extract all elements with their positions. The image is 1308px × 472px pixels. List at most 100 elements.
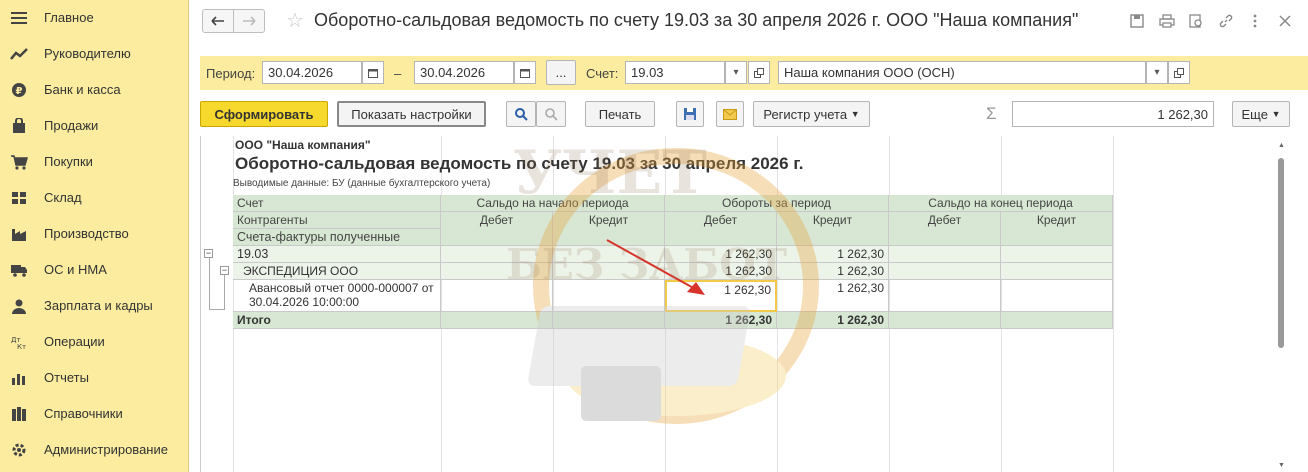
scroll-up-icon[interactable]: ▲ <box>1278 142 1285 149</box>
calendar-icon[interactable] <box>362 61 384 84</box>
back-button[interactable] <box>202 9 234 33</box>
period-to-input[interactable]: 30.04.2026 <box>414 61 514 84</box>
sidebar-item-production[interactable]: Производство <box>0 216 189 252</box>
svg-text:₽: ₽ <box>16 86 23 97</box>
table-row: Авансовый отчет 0000-000007 от 30.04.202… <box>233 280 441 312</box>
sidebar-item-label: Руководителю <box>44 46 131 61</box>
more-button[interactable]: Еще ▼ <box>1232 101 1290 127</box>
scroll-down-icon[interactable]: ▼ <box>1278 462 1285 469</box>
search-cancel-button[interactable] <box>536 101 566 127</box>
svg-text:Кт: Кт <box>17 343 26 350</box>
search-button[interactable] <box>506 101 536 127</box>
sidebar-item-catalogs[interactable]: Справочники <box>0 396 189 432</box>
report-title: Оборотно-сальдовая ведомость по счету 19… <box>235 154 804 173</box>
sidebar-item-label: Администрирование <box>44 442 168 457</box>
header-invoices: Счета-фактуры полученные <box>233 229 441 246</box>
total-row: Итого <box>233 312 441 329</box>
sidebar-item-label: Главное <box>44 10 94 25</box>
sidebar-item-label: Производство <box>44 226 129 241</box>
sidebar-item-warehouse[interactable]: Склад <box>0 180 189 216</box>
sidebar-item-main[interactable]: Главное <box>0 0 189 36</box>
sidebar-item-bank[interactable]: ₽ Банк и касса <box>0 72 189 108</box>
sidebar-item-salary[interactable]: Зарплата и кадры <box>0 288 189 324</box>
cart-icon <box>10 153 28 171</box>
sidebar-item-admin[interactable]: Администрирование <box>0 432 189 468</box>
header-counterparties: Контрагенты <box>233 212 441 229</box>
gear-icon <box>10 441 28 459</box>
print-icon[interactable] <box>1158 12 1176 30</box>
menu-icon <box>10 9 28 27</box>
preview-icon[interactable] <box>1187 12 1205 30</box>
sidebar-item-reports[interactable]: Отчеты <box>0 360 189 396</box>
generate-button[interactable]: Сформировать <box>200 101 328 127</box>
sidebar-item-label: Зарплата и кадры <box>44 298 153 313</box>
period-label: Период: <box>206 66 256 81</box>
cell-empty <box>441 263 553 280</box>
sidebar: Главное Руководителю ₽ Банк и касса Прод… <box>0 0 189 472</box>
sidebar-item-label: Склад <box>44 190 82 205</box>
cell-empty <box>1001 246 1113 263</box>
header-turnover-credit: Кредит <box>777 212 889 246</box>
show-settings-button[interactable]: Показать настройки <box>337 101 486 127</box>
person-icon <box>10 297 28 315</box>
sum-field[interactable]: 1 262,30 <box>1012 101 1214 127</box>
cell-empty <box>553 246 665 263</box>
cell-empty <box>553 280 665 312</box>
cell-turnover-debit: 1 262,30 <box>665 246 777 263</box>
warehouse-icon <box>10 189 28 207</box>
save-button[interactable] <box>676 101 704 127</box>
sidebar-item-operations[interactable]: Дт Кт Операции <box>0 324 189 360</box>
collapse-toggle-icon[interactable]: − <box>204 249 213 258</box>
link-icon[interactable] <box>1217 12 1235 30</box>
sidebar-item-sales[interactable]: Продажи <box>0 108 189 144</box>
open-icon[interactable] <box>1168 61 1190 84</box>
print-button[interactable]: Печать <box>585 101 655 127</box>
more-vertical-icon[interactable] <box>1246 12 1264 30</box>
forward-button[interactable] <box>233 9 265 33</box>
scrollbar-thumb[interactable] <box>1278 158 1284 348</box>
sidebar-item-manager[interactable]: Руководителю <box>0 36 189 72</box>
report-data-shown: Выводимые данные: БУ (данные бухгалтерск… <box>233 178 491 189</box>
calendar-icon[interactable] <box>514 61 536 84</box>
cell-empty <box>1001 280 1113 312</box>
total-turnover-credit: 1 262,30 <box>777 312 889 329</box>
cell-turnover-debit: 1 262,30 <box>665 263 777 280</box>
cell-empty <box>1001 312 1113 329</box>
header-turnover-debit: Дебет <box>665 212 777 246</box>
period-select-button[interactable]: ... <box>546 60 576 85</box>
email-button[interactable] <box>716 101 744 127</box>
save-icon[interactable] <box>1128 12 1146 30</box>
account-input[interactable]: 19.03 <box>625 61 725 84</box>
search-icon <box>515 108 528 121</box>
cell-empty <box>889 280 1001 312</box>
cell-empty <box>441 246 553 263</box>
header-turnover: Обороты за период <box>665 195 889 212</box>
collapse-toggle-icon[interactable]: − <box>220 266 229 275</box>
search-clear-icon <box>545 108 558 121</box>
sidebar-item-label: Банк и касса <box>44 82 121 97</box>
sidebar-item-assets[interactable]: ОС и НМА <box>0 252 189 288</box>
row-doc-line1: Авансовый отчет 0000-000007 от <box>249 281 434 295</box>
sum-icon: Σ <box>986 104 997 123</box>
dropdown-icon[interactable]: ▾ <box>725 61 747 84</box>
close-icon[interactable] <box>1276 12 1294 30</box>
cell-turnover-credit: 1 262,30 <box>777 280 889 312</box>
books-icon <box>10 405 28 423</box>
report-sheet[interactable]: ООО "Наша компания" Оборотно-сальдовая в… <box>200 136 1290 472</box>
dropdown-icon[interactable]: ▾ <box>1146 61 1168 84</box>
favorite-star-icon[interactable]: ☆ <box>286 8 304 33</box>
cell-empty <box>441 280 553 312</box>
report-org: ООО "Наша компания" <box>235 138 371 152</box>
sidebar-item-label: Продажи <box>44 118 99 133</box>
cell-turnover-debit-highlighted[interactable]: 1 262,30 <box>665 280 777 312</box>
header-opening-debit: Дебет <box>441 212 553 246</box>
factory-icon <box>10 225 28 243</box>
sidebar-item-purchases[interactable]: Покупки <box>0 144 189 180</box>
period-from-input[interactable]: 30.04.2026 <box>262 61 362 84</box>
register-button[interactable]: Регистр учета ▼ <box>753 101 870 127</box>
header-closing-credit: Кредит <box>1001 212 1113 246</box>
header-opening-credit: Кредит <box>553 212 665 246</box>
open-icon[interactable] <box>748 61 770 84</box>
cell-empty <box>889 312 1001 329</box>
organization-input[interactable]: Наша компания ООО (ОСН) <box>778 61 1146 84</box>
